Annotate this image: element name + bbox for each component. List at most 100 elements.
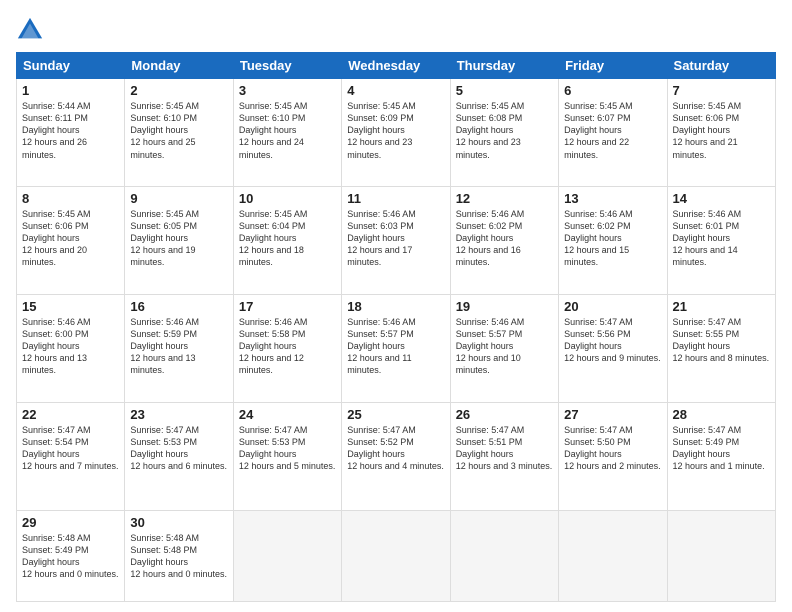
day-number: 28 [673,407,770,422]
calendar-week-1: 1 Sunrise: 5:44 AMSunset: 6:11 PMDaylight… [17,79,776,187]
day-info: Sunrise: 5:45 AMSunset: 6:07 PMDaylight … [564,101,633,160]
calendar-week-3: 15Sunrise: 5:46 AMSunset: 6:00 PMDayligh… [17,294,776,402]
col-header-sunday: Sunday [17,53,125,79]
day-info: Sunrise: 5:45 AMSunset: 6:08 PMDaylight … [456,101,525,160]
day-number: 7 [673,83,770,98]
calendar-day-30: 30 Sunrise: 5:48 AMSunset: 5:48 PMDayligh… [125,510,233,601]
day-number: 30 [130,515,227,530]
calendar-day-21: 21 Sunrise: 5:47 AMSunset: 5:55 PMDayligh… [667,294,775,402]
day-info: Sunrise: 5:47 AMSunset: 5:51 PMDaylight … [456,425,553,471]
calendar-day-14: 14Sunrise: 5:46 AMSunset: 6:01 PMDayligh… [667,186,775,294]
day-number: 10 [239,191,336,206]
day-number: 2 [130,83,227,98]
day-info: Sunrise: 5:47 AMSunset: 5:50 PMDaylight … [564,425,661,471]
day-number: 14 [673,191,770,206]
calendar-day-empty [233,510,341,601]
calendar-day-16: 16Sunrise: 5:46 AMSunset: 5:59 PMDayligh… [125,294,233,402]
day-number: 20 [564,299,661,314]
day-number: 17 [239,299,336,314]
calendar-day-27: 27 Sunrise: 5:47 AMSunset: 5:50 PMDayligh… [559,402,667,510]
day-number: 21 [673,299,770,314]
header [16,16,776,44]
calendar-day-2: 2Sunrise: 5:45 AMSunset: 6:10 PMDaylight… [125,79,233,187]
page: SundayMondayTuesdayWednesdayThursdayFrid… [0,0,792,612]
calendar-day-empty [450,510,558,601]
calendar-day-empty [559,510,667,601]
day-info: Sunrise: 5:47 AMSunset: 5:53 PMDaylight … [239,425,336,471]
day-number: 19 [456,299,553,314]
calendar-day-11: 11 Sunrise: 5:46 AMSunset: 6:03 PMDayligh… [342,186,450,294]
calendar-table: SundayMondayTuesdayWednesdayThursdayFrid… [16,52,776,602]
col-header-tuesday: Tuesday [233,53,341,79]
calendar-week-5: 29 Sunrise: 5:48 AMSunset: 5:49 PMDayligh… [17,510,776,601]
day-info: Sunrise: 5:45 AMSunset: 6:10 PMDaylight … [239,101,308,160]
day-info: Sunrise: 5:46 AMSunset: 6:02 PMDaylight … [564,209,633,268]
day-number: 18 [347,299,444,314]
day-number: 16 [130,299,227,314]
calendar-day-23: 23Sunrise: 5:47 AMSunset: 5:53 PMDayligh… [125,402,233,510]
col-header-wednesday: Wednesday [342,53,450,79]
calendar-day-empty [667,510,775,601]
day-number: 11 [347,191,444,206]
day-number: 26 [456,407,553,422]
day-info: Sunrise: 5:46 AMSunset: 5:57 PMDaylight … [347,317,416,376]
day-number: 23 [130,407,227,422]
day-number: 8 [22,191,119,206]
calendar-day-28: 28Sunrise: 5:47 AMSunset: 5:49 PMDayligh… [667,402,775,510]
day-info: Sunrise: 5:46 AMSunset: 6:03 PMDaylight … [347,209,416,268]
day-info: Sunrise: 5:44 AMSunset: 6:11 PMDaylight … [22,101,91,160]
col-header-monday: Monday [125,53,233,79]
calendar-week-4: 22 Sunrise: 5:47 AMSunset: 5:54 PMDayligh… [17,402,776,510]
calendar-day-22: 22 Sunrise: 5:47 AMSunset: 5:54 PMDayligh… [17,402,125,510]
calendar-day-1: 1 Sunrise: 5:44 AMSunset: 6:11 PMDaylight… [17,79,125,187]
logo [16,16,46,44]
day-number: 3 [239,83,336,98]
calendar-day-20: 20Sunrise: 5:47 AMSunset: 5:56 PMDayligh… [559,294,667,402]
day-number: 27 [564,407,661,422]
calendar-day-15: 15Sunrise: 5:46 AMSunset: 6:00 PMDayligh… [17,294,125,402]
day-info: Sunrise: 5:46 AMSunset: 5:57 PMDaylight … [456,317,525,376]
day-info: Sunrise: 5:45 AMSunset: 6:06 PMDaylight … [22,209,91,268]
calendar-day-8: 8 Sunrise: 5:45 AMSunset: 6:06 PMDaylight… [17,186,125,294]
day-number: 5 [456,83,553,98]
calendar-day-19: 19 Sunrise: 5:46 AMSunset: 5:57 PMDayligh… [450,294,558,402]
day-number: 9 [130,191,227,206]
calendar-day-9: 9 Sunrise: 5:45 AMSunset: 6:05 PMDaylight… [125,186,233,294]
col-header-thursday: Thursday [450,53,558,79]
day-number: 13 [564,191,661,206]
calendar-day-13: 13 Sunrise: 5:46 AMSunset: 6:02 PMDayligh… [559,186,667,294]
calendar-day-18: 18 Sunrise: 5:46 AMSunset: 5:57 PMDayligh… [342,294,450,402]
day-number: 24 [239,407,336,422]
day-number: 15 [22,299,119,314]
logo-icon [16,16,44,44]
calendar-day-3: 3 Sunrise: 5:45 AMSunset: 6:10 PMDaylight… [233,79,341,187]
day-number: 1 [22,83,119,98]
calendar-day-24: 24 Sunrise: 5:47 AMSunset: 5:53 PMDayligh… [233,402,341,510]
calendar-header-row: SundayMondayTuesdayWednesdayThursdayFrid… [17,53,776,79]
day-info: Sunrise: 5:45 AMSunset: 6:06 PMDaylight … [673,101,742,160]
calendar-day-17: 17 Sunrise: 5:46 AMSunset: 5:58 PMDayligh… [233,294,341,402]
calendar-day-empty [342,510,450,601]
calendar-day-6: 6 Sunrise: 5:45 AMSunset: 6:07 PMDaylight… [559,79,667,187]
day-info: Sunrise: 5:48 AMSunset: 5:48 PMDaylight … [130,533,227,579]
calendar-day-29: 29 Sunrise: 5:48 AMSunset: 5:49 PMDayligh… [17,510,125,601]
calendar-day-26: 26 Sunrise: 5:47 AMSunset: 5:51 PMDayligh… [450,402,558,510]
day-info: Sunrise: 5:46 AMSunset: 6:02 PMDaylight … [456,209,525,268]
day-number: 29 [22,515,119,530]
day-info: Sunrise: 5:47 AMSunset: 5:54 PMDaylight … [22,425,119,471]
day-number: 25 [347,407,444,422]
day-info: Sunrise: 5:47 AMSunset: 5:55 PMDaylight … [673,317,770,363]
day-info: Sunrise: 5:46 AMSunset: 5:58 PMDaylight … [239,317,308,376]
day-info: Sunrise: 5:47 AMSunset: 5:52 PMDaylight … [347,425,444,471]
day-number: 6 [564,83,661,98]
day-info: Sunrise: 5:48 AMSunset: 5:49 PMDaylight … [22,533,119,579]
calendar-day-5: 5 Sunrise: 5:45 AMSunset: 6:08 PMDaylight… [450,79,558,187]
day-info: Sunrise: 5:45 AMSunset: 6:09 PMDaylight … [347,101,416,160]
day-number: 12 [456,191,553,206]
calendar-day-12: 12 Sunrise: 5:46 AMSunset: 6:02 PMDayligh… [450,186,558,294]
calendar-week-2: 8 Sunrise: 5:45 AMSunset: 6:06 PMDaylight… [17,186,776,294]
day-number: 22 [22,407,119,422]
col-header-saturday: Saturday [667,53,775,79]
calendar-day-25: 25 Sunrise: 5:47 AMSunset: 5:52 PMDayligh… [342,402,450,510]
day-info: Sunrise: 5:45 AMSunset: 6:05 PMDaylight … [130,209,199,268]
